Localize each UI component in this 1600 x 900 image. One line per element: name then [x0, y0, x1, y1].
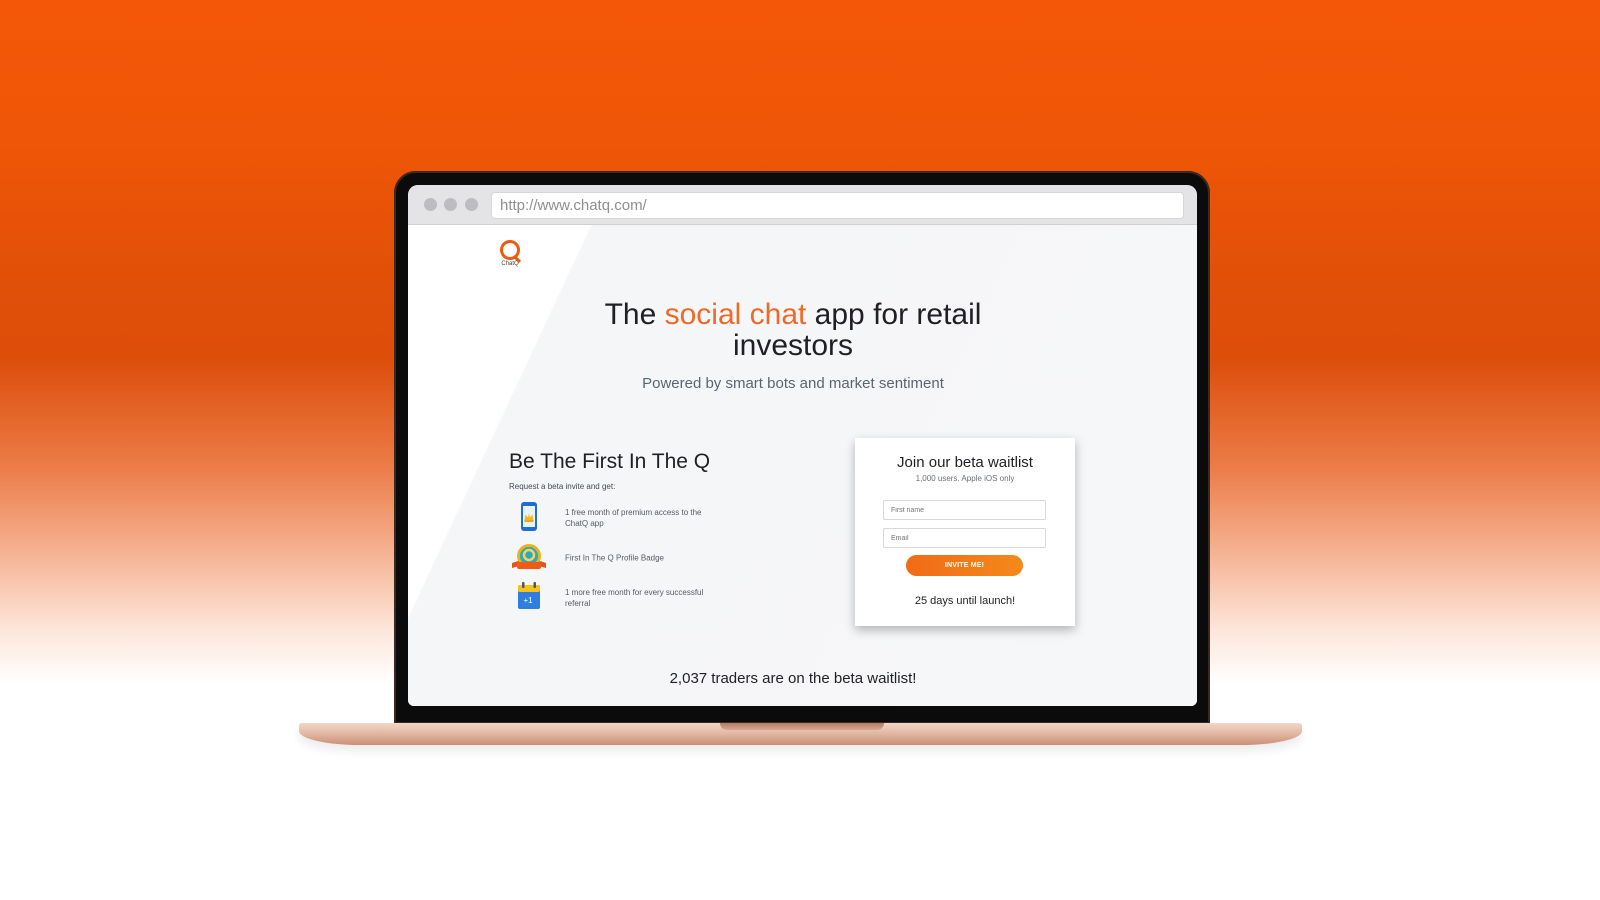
window-maximize-dot[interactable]: [465, 198, 478, 211]
perk-item: First In The Q Profile Badge: [509, 541, 709, 575]
window-close-dot[interactable]: [424, 198, 437, 211]
phone-crown-icon: [521, 502, 537, 531]
waitlist-count: 2,037 traders are on the beta waitlist!: [669, 670, 917, 687]
address-bar[interactable]: http://www.chatq.com/: [491, 192, 1184, 219]
window-minimize-dot[interactable]: [444, 198, 457, 211]
headline-start: The: [604, 298, 665, 331]
invite-me-button[interactable]: INVITE ME!: [906, 555, 1023, 576]
badge-ribbon-icon: [512, 544, 546, 569]
browser-toolbar: http://www.chatq.com/: [408, 185, 1197, 225]
perk-text: First In The Q Profile Badge: [565, 553, 665, 563]
chatq-logo[interactable]: ChatQ: [498, 240, 522, 267]
browser-window: http://www.chatq.com/ ChatQ The social c…: [408, 185, 1197, 706]
perk-text: 1 more free month for every successful r…: [565, 588, 704, 608]
perks-title: Be The First In The Q: [509, 450, 711, 473]
launch-countdown: 25 days until launch!: [914, 595, 1016, 607]
landing-page: ChatQ The social chat app for retail inv…: [408, 225, 1197, 706]
headline-accent: social chat: [664, 298, 807, 331]
signup-subtitle: 1,000 users. Apple iOS only: [915, 474, 1015, 483]
signup-card: Join our beta waitlist 1,000 users. Appl…: [855, 438, 1075, 626]
email-input[interactable]: [883, 528, 1046, 548]
perks-intro: Request a beta invite and get:: [509, 482, 616, 491]
laptop-notch: [720, 723, 884, 730]
perk-item: 1 free month of premium access to the Ch…: [509, 501, 709, 535]
signup-title: Join our beta waitlist: [897, 454, 1033, 471]
page-subheadline: Powered by smart bots and market sentime…: [642, 375, 944, 392]
first-name-input[interactable]: [883, 500, 1046, 520]
perk-text: 1 free month of premium access to the Ch…: [565, 508, 702, 528]
calendar-badge-label: +1: [523, 596, 533, 605]
q-logo-icon: [500, 240, 520, 260]
page-headline: The social chat app for retail investors: [578, 299, 1008, 361]
